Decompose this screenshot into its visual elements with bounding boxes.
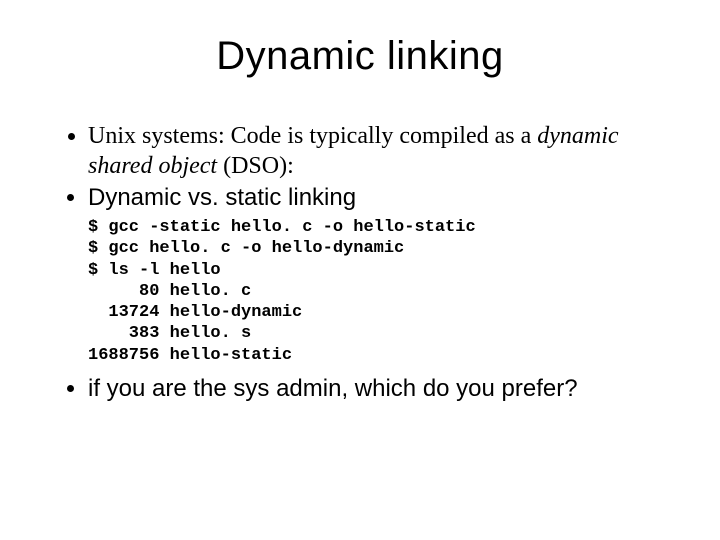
slide: Dynamic linking Unix systems: Code is ty…	[0, 0, 720, 540]
code-block: $ gcc -static hello. c -o hello-static $…	[88, 217, 660, 366]
bullet-unix-systems: Unix systems: Code is typically compiled…	[88, 121, 660, 181]
bullet-list: Unix systems: Code is typically compiled…	[60, 121, 660, 213]
bullet1-suffix: (DSO):	[217, 153, 294, 179]
bullet-list-2: if you are the sys admin, which do you p…	[60, 374, 660, 404]
bullet-dynamic-vs-static: Dynamic vs. static linking	[88, 183, 660, 213]
slide-title: Dynamic linking	[60, 34, 660, 79]
bullet-sysadmin-question: if you are the sys admin, which do you p…	[88, 374, 660, 404]
bullet1-prefix: Unix systems: Code is typically compiled…	[88, 123, 537, 149]
